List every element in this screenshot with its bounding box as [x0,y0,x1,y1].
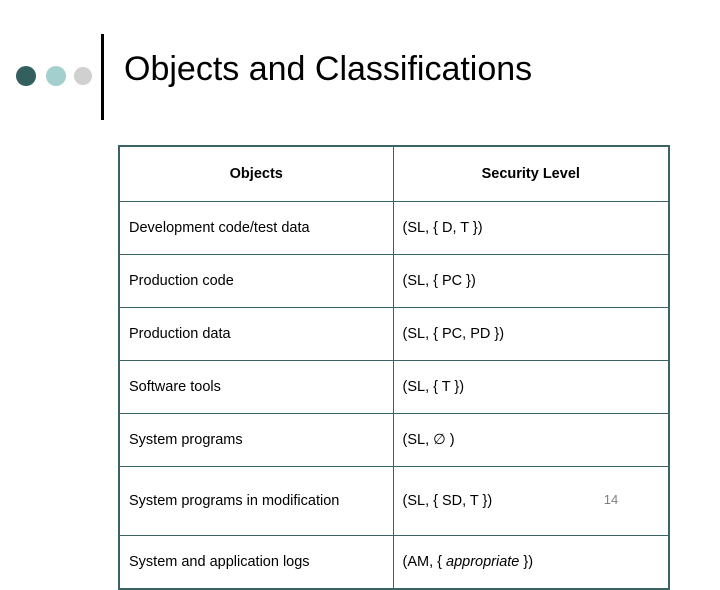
decorative-dots [16,66,92,86]
cell-object: System programs in modification [118,466,394,536]
table-row: System and application logs (AM, { approp… [118,535,670,590]
page-title: Objects and Classifications [124,50,533,88]
table-header-row: Objects Security Level [118,145,670,202]
level-emphasis: appropriate [446,554,520,570]
objects-classification-table: Objects Security Level Development code/… [118,145,670,590]
cell-object: Software tools [118,360,394,414]
cell-object: Development code/test data [118,201,394,255]
decorative-dot-dark-icon [16,66,36,86]
level-text-suffix: }) [519,554,534,570]
table-row: Development code/test data (SL, { D, T }) [118,201,670,255]
column-header-security-level: Security Level [392,145,670,202]
cell-object: System programs [118,413,394,467]
title-divider-rule [101,34,104,120]
cell-security-level: (SL, { PC }) [392,254,670,308]
cell-security-level: (SL, { D, T }) [392,201,670,255]
table-body: Development code/test data (SL, { D, T })… [118,201,670,590]
cell-object: System and application logs [118,535,394,590]
slide-canvas: Objects and Classifications Objects Secu… [0,0,720,590]
decorative-dot-teal-icon [46,66,66,86]
cell-security-level: (AM, { appropriate }) [392,535,670,590]
table-row: Software tools (SL, { T }) [118,360,670,414]
page-number: 14 [603,492,619,507]
column-header-objects: Objects [118,145,394,202]
cell-security-level: (SL, ∅ ) [392,413,670,467]
table-row: Production code (SL, { PC }) [118,254,670,308]
cell-object: Production code [118,254,394,308]
cell-object: Production data [118,307,394,361]
cell-security-level: (SL, { SD, T }) [392,466,670,536]
decorative-dot-gray-icon [74,67,92,85]
table-header: Objects Security Level [118,145,670,202]
cell-security-level: (SL, { T }) [392,360,670,414]
table-row: Production data (SL, { PC, PD }) [118,307,670,361]
table-row: System programs (SL, ∅ ) [118,413,670,467]
level-text: (AM, { [402,554,447,570]
table-row: System programs in modification (SL, { SD… [118,466,670,536]
cell-security-level: (SL, { PC, PD }) [392,307,670,361]
